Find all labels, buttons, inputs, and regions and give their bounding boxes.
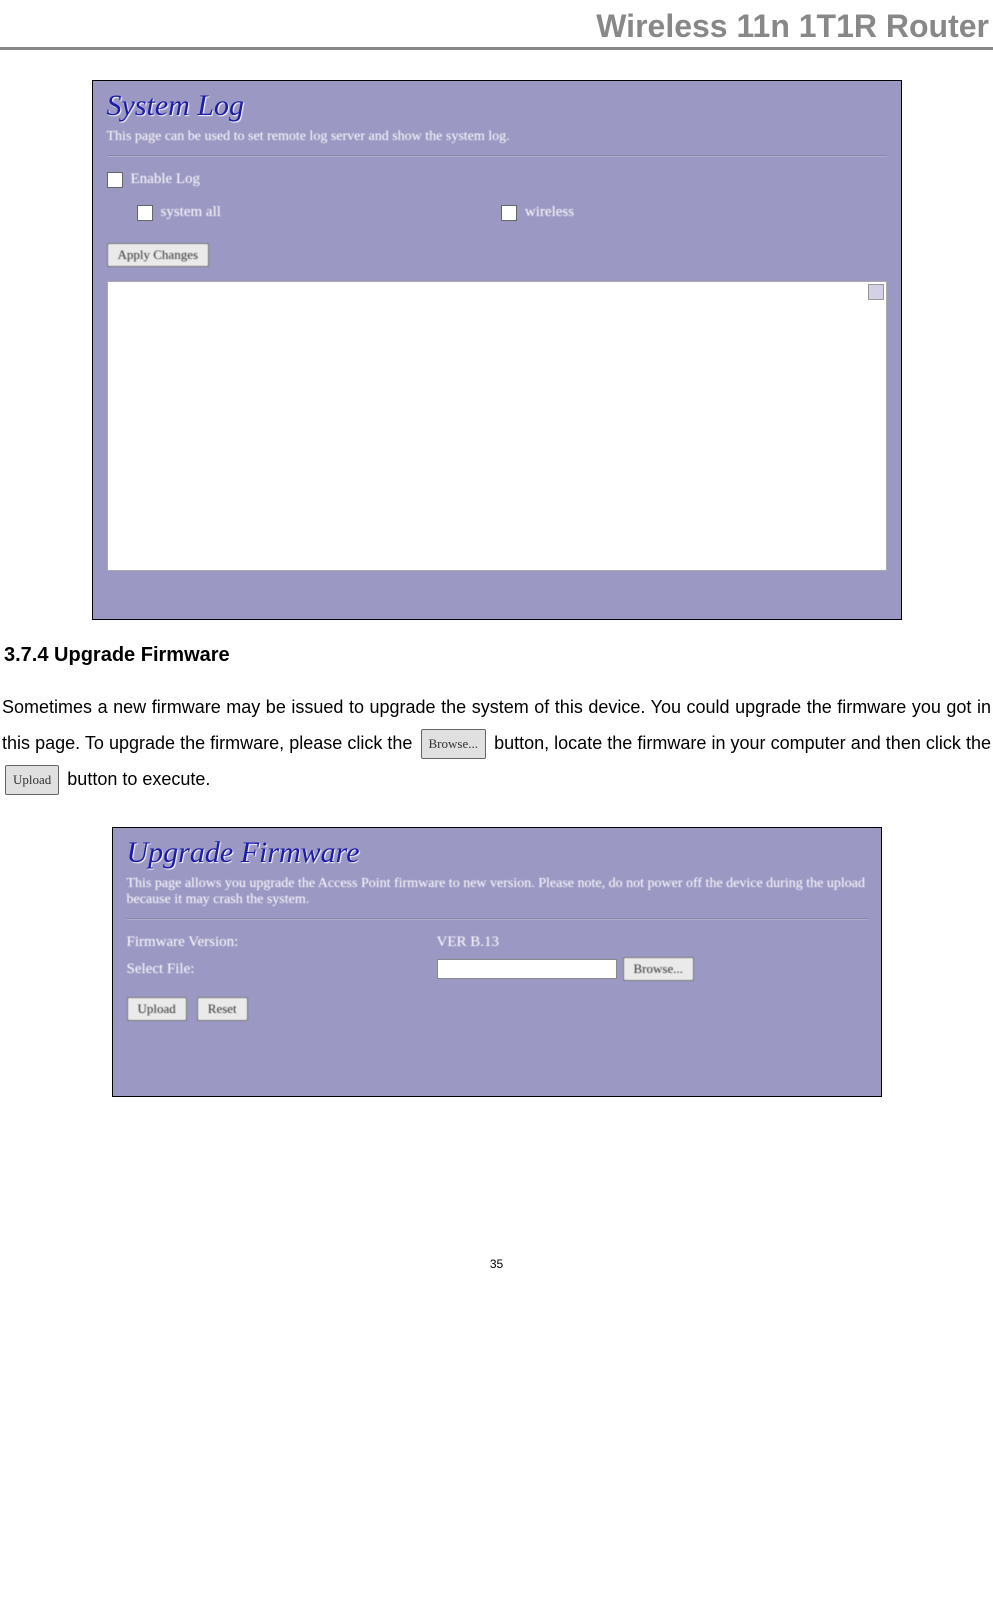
wireless-label: wireless (525, 204, 574, 221)
button-row: Upload Reset (127, 997, 867, 1021)
enable-log-label: Enable Log (131, 171, 201, 188)
section-number: 3.7.4 (4, 644, 48, 666)
enable-log-row: Enable Log (107, 171, 887, 188)
header-rule: Wireless 11n 1T1R Router (0, 8, 993, 50)
body-part2: button, locate the firmware in your comp… (494, 733, 991, 753)
document-header-title: Wireless 11n 1T1R Router (0, 8, 993, 45)
apply-changes-button[interactable]: Apply Changes (107, 243, 210, 267)
firmware-version-row: Firmware Version: VER B.13 (127, 934, 867, 951)
page-number: 35 (0, 1257, 993, 1281)
system-all-checkbox[interactable] (137, 205, 153, 221)
section-title: Upgrade Firmware (54, 644, 230, 666)
firmware-version-label: Firmware Version: (127, 934, 437, 951)
reset-button[interactable]: Reset (197, 997, 248, 1021)
select-file-row: Select File: Browse... (127, 957, 867, 981)
upgrade-firmware-description: This page allows you upgrade the Access … (127, 876, 867, 908)
section-body: Sometimes a new firmware may be issued t… (2, 689, 991, 797)
upgrade-firmware-panel: Upgrade Firmware This page allows you up… (112, 827, 882, 1097)
browse-inline-button: Browse... (421, 729, 486, 759)
log-textarea[interactable] (107, 281, 887, 571)
select-file-label: Select File: (127, 961, 437, 978)
enable-log-checkbox[interactable] (107, 172, 123, 188)
system-log-description: This page can be used to set remote log … (107, 129, 887, 145)
wireless-checkbox[interactable] (501, 205, 517, 221)
sub-checkbox-row: system all wireless (137, 196, 887, 229)
browse-button[interactable]: Browse... (623, 957, 694, 981)
scrollbar-up-icon[interactable] (868, 284, 884, 300)
system-log-panel: System Log This page can be used to set … (92, 80, 902, 620)
upgrade-firmware-title: Upgrade Firmware (127, 836, 867, 870)
system-log-title: System Log (107, 89, 887, 123)
firmware-version-value: VER B.13 (437, 934, 500, 951)
file-path-input[interactable] (437, 959, 617, 979)
system-all-label: system all (161, 204, 221, 221)
upload-button[interactable]: Upload (127, 997, 187, 1021)
wireless-row: wireless (501, 204, 574, 221)
system-all-row: system all (137, 204, 221, 221)
divider2 (127, 918, 867, 920)
upload-inline-button: Upload (5, 765, 59, 795)
body-part3: button to execute. (67, 769, 210, 789)
section-heading: 3.7.4 Upgrade Firmware (4, 644, 993, 667)
divider (107, 155, 887, 157)
